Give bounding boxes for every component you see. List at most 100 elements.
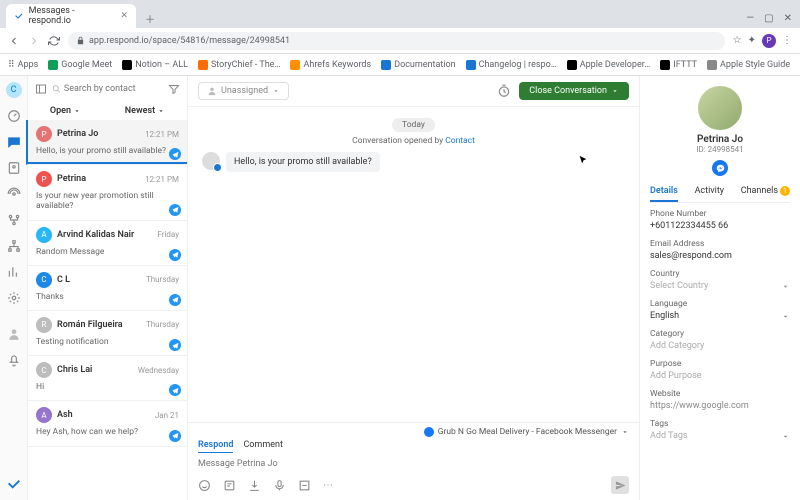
message-input[interactable] <box>198 456 629 472</box>
language-select[interactable]: English <box>650 311 679 321</box>
org-icon[interactable] <box>6 238 22 254</box>
conv-name: Román Filgueira <box>57 320 141 330</box>
filter-icon[interactable] <box>167 82 181 96</box>
snooze-icon[interactable] <box>497 84 511 98</box>
channel-selector[interactable]: Grub N Go Meal Delivery - Facebook Messe… <box>198 427 629 437</box>
tab-respond[interactable]: Respond <box>198 440 233 453</box>
contacts-icon[interactable] <box>6 160 22 176</box>
user-icon <box>207 86 217 96</box>
message-avatar <box>202 152 220 170</box>
close-conversation-button[interactable]: Close Conversation <box>519 82 629 100</box>
conv-time: 12:21 PM <box>145 130 179 139</box>
bookmark-item[interactable]: Apple Developer… <box>567 60 651 70</box>
minimize-icon[interactable]: — <box>746 13 754 24</box>
conv-preview: Testing notification <box>36 337 179 347</box>
kebab-icon[interactable]: ⋮ <box>782 35 792 46</box>
user-icon[interactable] <box>6 326 22 342</box>
bookmark-item[interactable]: IFTTT <box>660 60 697 70</box>
bookmark-item[interactable]: Ahrefs Keywords <box>290 60 371 70</box>
conversation-item[interactable]: CC LThursdayThanks <box>28 266 187 311</box>
avatar-icon: A <box>36 227 52 243</box>
settings-icon[interactable] <box>6 290 22 306</box>
workspace-avatar[interactable]: C <box>6 82 22 98</box>
close-window-icon[interactable]: ✕ <box>784 13 792 24</box>
conversation-item[interactable]: CChris LaiWednesdayHi <box>28 356 187 401</box>
field-label: Category <box>650 329 790 339</box>
tab-comment[interactable]: Comment <box>243 440 282 453</box>
message-bubble: Hello, is your promo still available? <box>226 152 380 172</box>
conv-preview: Hey Ash, how can we help? <box>36 427 179 437</box>
avatar-icon: C <box>36 362 52 378</box>
assignee-dropdown[interactable]: Unassigned <box>198 82 289 100</box>
attach-icon[interactable] <box>248 479 261 492</box>
url-text: app.respond.io/space/54816/message/24998… <box>89 36 290 46</box>
conversation-item[interactable]: PPetrina Jo12:21 PMHello, is your promo … <box>26 120 187 165</box>
conv-time: Wednesday <box>138 366 179 375</box>
bookmark-item[interactable]: StoryChief - The… <box>198 60 281 70</box>
voice-icon[interactable] <box>273 479 286 492</box>
email-value[interactable]: sales@respond.com <box>650 251 790 261</box>
emoji-icon[interactable] <box>198 479 211 492</box>
tab-activity[interactable]: Activity <box>695 182 724 202</box>
apps-shortcut[interactable]: ⠿ Apps <box>8 60 38 70</box>
bookmark-item[interactable]: Notion – ALL <box>122 60 188 70</box>
search-input[interactable] <box>64 84 163 94</box>
field-label: Website <box>650 389 790 399</box>
notifications-icon[interactable] <box>6 352 22 368</box>
address-bar: app.respond.io/space/54816/message/24998… <box>0 28 800 54</box>
assignee-label: Unassigned <box>221 86 268 96</box>
conversation-item[interactable]: RRomán FilgueiraThursdayTesting notifica… <box>28 311 187 356</box>
list-filters: Open Newest <box>28 102 187 120</box>
browser-tab[interactable]: Messages - respond.io ✕ <box>6 4 136 28</box>
url-field[interactable]: app.respond.io/space/54816/message/24998… <box>68 32 725 50</box>
telegram-icon <box>169 339 181 351</box>
purpose-input[interactable]: Add Purpose <box>650 371 790 381</box>
bookmark-item[interactable]: Google Meet <box>48 60 112 70</box>
survey-icon[interactable] <box>298 479 311 492</box>
conversation-item[interactable]: PPetrina12:21 PMIs your new year promoti… <box>28 165 187 220</box>
conversation-item[interactable]: AArvind Kalidas NairFridayRandom Message <box>28 221 187 266</box>
search-contacts[interactable] <box>52 84 163 94</box>
extension-icon[interactable]: ✦ <box>748 35 756 46</box>
filter-sort[interactable]: Newest <box>125 106 165 116</box>
dashboard-icon[interactable] <box>6 108 22 124</box>
bookmark-item[interactable]: Apple Style Guide <box>707 60 790 70</box>
tab-details[interactable]: Details <box>650 182 678 202</box>
send-button[interactable] <box>611 476 629 494</box>
bookmark-item[interactable]: Documentation <box>381 60 455 70</box>
maximize-icon[interactable]: ▢ <box>764 13 773 24</box>
respond-icon <box>14 11 24 21</box>
tags-input[interactable]: Add Tags <box>650 431 688 441</box>
star-icon[interactable]: ☆ <box>733 35 742 46</box>
field-label: Phone Number <box>650 209 790 219</box>
field-label: Language <box>650 299 790 309</box>
messenger-channel-icon[interactable] <box>712 160 728 176</box>
broadcast-icon[interactable] <box>6 186 22 202</box>
contact-avatar <box>698 86 742 130</box>
new-tab-button[interactable]: ＋ <box>140 8 160 28</box>
snippet-icon[interactable] <box>223 479 236 492</box>
website-value[interactable]: https://www.google.com <box>650 401 790 411</box>
country-select[interactable]: Select Country <box>650 281 708 291</box>
messages-icon[interactable] <box>6 134 22 150</box>
message-row: Hello, is your promo still available? <box>202 152 625 172</box>
conversation-item[interactable]: AAshJan 21Hey Ash, how can we help? <box>28 401 187 446</box>
panel-toggle-icon[interactable] <box>34 82 48 96</box>
nav-rail: C <box>0 76 28 500</box>
thread-panel: Unassigned Close Conversation Today Conv… <box>188 76 640 500</box>
forward-icon[interactable] <box>28 35 40 47</box>
workflows-icon[interactable] <box>6 212 22 228</box>
telegram-icon <box>169 204 181 216</box>
filter-open[interactable]: Open <box>50 106 81 116</box>
close-tab-icon[interactable]: ✕ <box>120 11 128 21</box>
reload-icon[interactable] <box>48 35 60 47</box>
tab-channels[interactable]: Channels1 <box>741 182 790 202</box>
category-input[interactable]: Add Category <box>650 341 790 351</box>
contact-link[interactable]: Contact <box>445 136 475 146</box>
back-icon[interactable] <box>8 35 20 47</box>
more-icon[interactable]: ⋯ <box>323 480 333 491</box>
profile-avatar[interactable]: P <box>762 34 776 48</box>
reports-icon[interactable] <box>6 264 22 280</box>
phone-value[interactable]: +601122334455 66 <box>650 221 790 231</box>
bookmark-item[interactable]: Changelog | respo… <box>466 60 557 70</box>
